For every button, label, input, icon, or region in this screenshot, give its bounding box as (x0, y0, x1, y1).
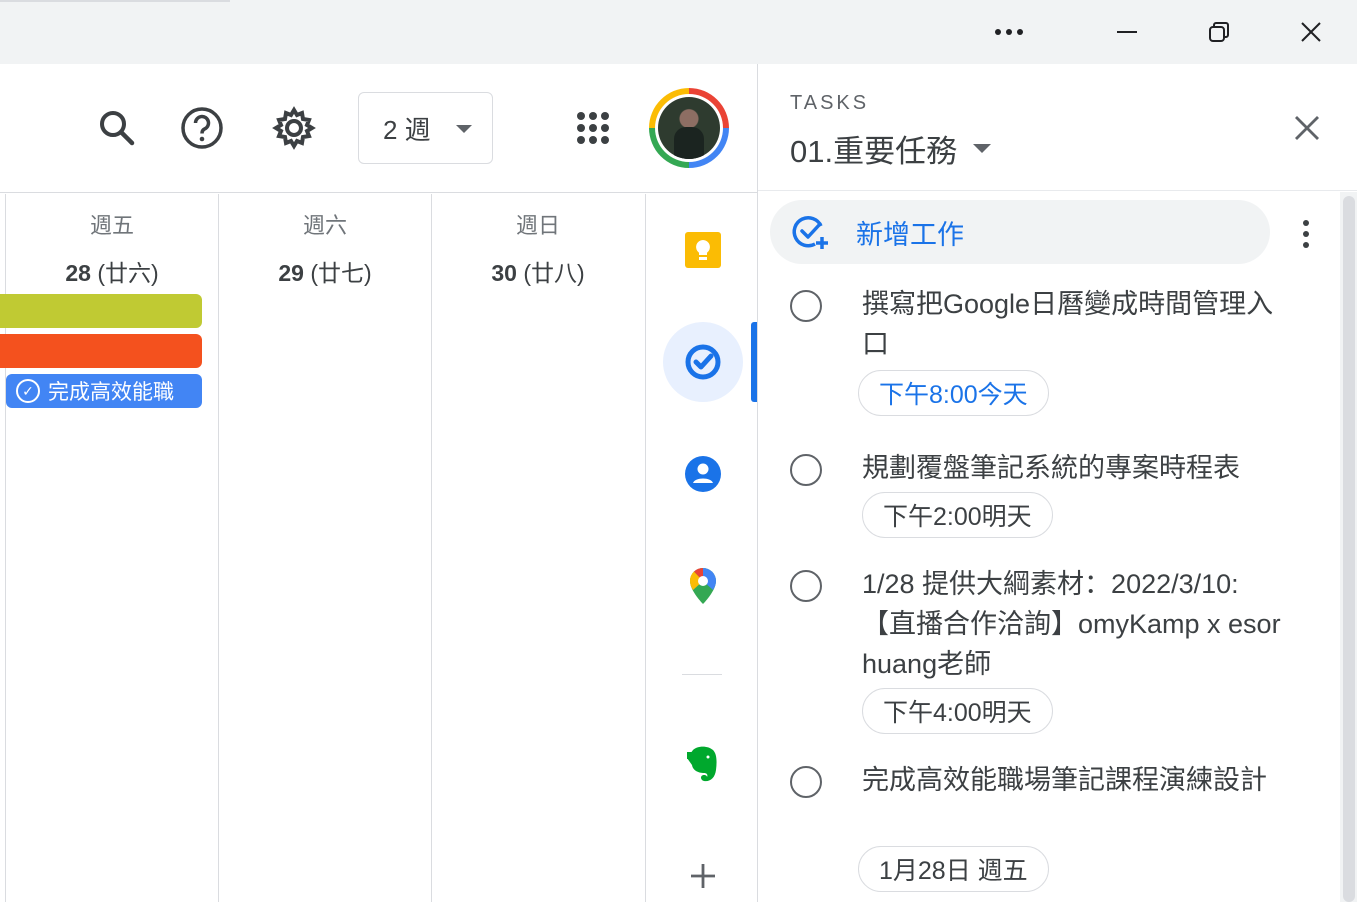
tasks-panel: TASKS 01.重要任務 新增工作 撰寫把Google日曆變成時間管理入口 下… (757, 64, 1357, 902)
side-panel-rail (647, 194, 757, 902)
calendar-grid: 週五 28 (廿六) 週六 29 (廿七) 週日 30 (廿八) ✓ 完成高效能… (0, 194, 647, 902)
tasks-icon[interactable] (663, 322, 743, 402)
more-vertical-icon[interactable] (1288, 210, 1324, 258)
add-task-button[interactable]: 新增工作 (770, 200, 1270, 264)
task-item[interactable]: 規劃覆盤筆記系統的專案時程表 下午2:00明天 (758, 448, 1338, 548)
calendar-event-orange[interactable] (0, 334, 202, 368)
keep-icon[interactable] (663, 210, 743, 290)
task-item[interactable]: 撰寫把Google日曆變成時間管理入口 下午8:00今天 (758, 284, 1338, 434)
tasks-panel-header: TASKS 01.重要任務 (758, 64, 1357, 191)
search-icon[interactable] (93, 104, 141, 152)
scrollbar[interactable] (1340, 192, 1357, 902)
task-title[interactable]: 規劃覆盤筆記系統的專案時程表 (862, 448, 1282, 488)
task-due-chip[interactable]: 下午8:00今天 (858, 370, 1049, 416)
minimize-icon[interactable] (1105, 12, 1149, 52)
task-complete-checkbox[interactable] (790, 290, 822, 322)
day-name: 週六 (302, 213, 347, 238)
task-title[interactable]: 撰寫把Google日曆變成時間管理入口 (862, 284, 1282, 364)
day-header-sun[interactable]: 週日 30 (廿八) (432, 208, 644, 288)
day-number: 30 (廿八) (491, 260, 585, 286)
column-divider (645, 194, 646, 902)
day-name: 週日 (515, 213, 560, 238)
close-panel-button[interactable] (1283, 104, 1331, 152)
help-icon[interactable] (178, 104, 226, 152)
task-title[interactable]: 完成高效能職場筆記課程演練設計 (862, 760, 1282, 800)
add-icon[interactable] (663, 836, 743, 916)
task-complete-checkbox[interactable] (790, 454, 822, 486)
day-header-fri[interactable]: 週五 28 (廿六) (6, 208, 218, 288)
tab-indicator (0, 0, 230, 2)
chevron-down-icon (456, 125, 472, 133)
calendar-task-event[interactable]: ✓ 完成高效能職 (6, 374, 202, 408)
task-item[interactable]: 1/28 提供大綱素材：2022/3/10:【直播合作洽詢】omyKamp x … (758, 564, 1338, 744)
chevron-down-icon (973, 144, 992, 153)
task-check-icon: ✓ (16, 379, 40, 403)
task-complete-checkbox[interactable] (790, 570, 822, 602)
day-number: 28 (廿六) (65, 260, 159, 286)
contacts-icon[interactable] (663, 434, 743, 514)
column-divider (431, 194, 432, 902)
task-title[interactable]: 1/28 提供大綱素材：2022/3/10:【直播合作洽詢】omyKamp x … (862, 564, 1282, 684)
task-due-chip[interactable]: 下午4:00明天 (862, 688, 1053, 734)
task-due-chip[interactable]: 下午2:00明天 (862, 492, 1053, 538)
maps-icon[interactable] (663, 546, 743, 626)
day-number: 29 (廿七) (278, 260, 372, 286)
calendar-event-green[interactable] (0, 294, 202, 328)
task-due-chip[interactable]: 1月28日 週五 (858, 846, 1049, 892)
add-task-icon (788, 210, 832, 254)
task-item[interactable]: 完成高效能職場筆記課程演練設計 1月28日 週五 (758, 760, 1338, 900)
close-icon[interactable] (1289, 12, 1333, 52)
view-selector[interactable]: 2 週 (358, 92, 493, 164)
day-name: 週五 (89, 213, 134, 238)
evernote-icon[interactable] (663, 724, 743, 804)
add-task-label: 新增工作 (856, 219, 964, 250)
close-icon (1295, 116, 1319, 140)
calendar-toolbar: 2 週 (0, 64, 757, 193)
task-list-name: 01.重要任務 (790, 134, 958, 169)
task-event-label: 完成高效能職 (48, 381, 174, 404)
avatar-ring (655, 94, 723, 162)
day-header-sat[interactable]: 週六 29 (廿七) (219, 208, 431, 288)
tasks-label: TASKS (790, 92, 870, 114)
task-complete-checkbox[interactable] (790, 766, 822, 798)
apps-grid-icon[interactable] (569, 104, 617, 152)
view-selector-label: 2 週 (383, 114, 431, 145)
restore-icon[interactable] (1197, 12, 1241, 52)
more-horizontal-icon[interactable] (987, 12, 1031, 52)
gear-icon[interactable] (270, 104, 318, 152)
column-divider (218, 194, 219, 902)
rail-divider (682, 674, 722, 675)
avatar-photo (658, 97, 720, 159)
avatar[interactable] (649, 88, 729, 168)
task-list-selector[interactable]: 01.重要任務 (790, 126, 992, 171)
scrollbar-thumb[interactable] (1343, 196, 1355, 902)
window-title-bar (0, 0, 1357, 64)
